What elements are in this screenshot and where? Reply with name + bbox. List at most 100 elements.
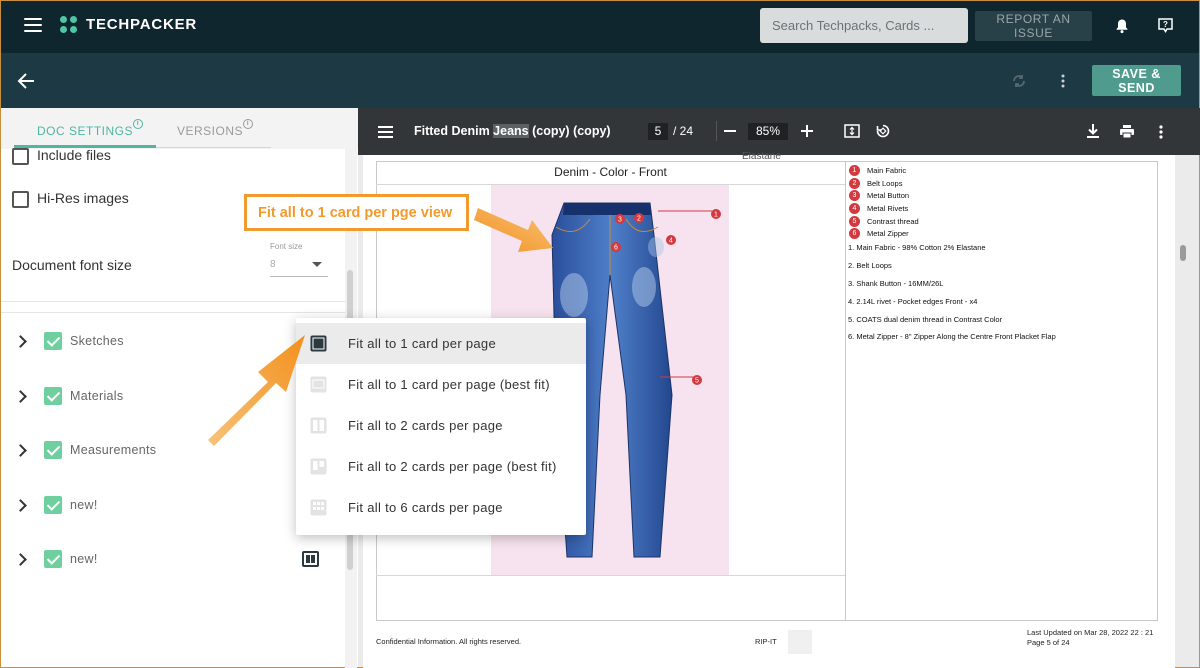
- font-size-caption: Font size: [270, 242, 303, 251]
- search-input[interactable]: [760, 8, 968, 43]
- detail-item: 6. Metal Zipper - 8" Zipper Along the Ce…: [848, 332, 1056, 342]
- callout-item: 4 Metal Rivets: [847, 202, 1147, 215]
- svg-text:5: 5: [695, 378, 699, 385]
- info-icon[interactable]: i: [243, 119, 253, 129]
- help-icon[interactable]: ?: [1157, 17, 1174, 34]
- svg-text:3: 3: [618, 217, 622, 224]
- section-checkbox[interactable]: [44, 332, 62, 350]
- detail-item: 1. Main Fabric - 98% Cotton 2% Elastane: [848, 243, 986, 252]
- brand-name[interactable]: TECHPACKER: [86, 16, 197, 33]
- section-checkbox[interactable]: [44, 387, 62, 405]
- menu-item-1-card[interactable]: Fit all to 1 card per page: [296, 323, 586, 364]
- hi-res-images-checkbox[interactable]: [12, 190, 29, 208]
- back-arrow-icon[interactable]: [14, 70, 40, 92]
- chevron-right-icon[interactable]: [14, 499, 27, 512]
- zoom-in-icon[interactable]: [801, 125, 813, 137]
- single-card-layout-icon: [310, 335, 327, 352]
- sketch-marker: 1: [711, 206, 721, 224]
- rotate-icon[interactable]: [875, 123, 891, 139]
- section-checkbox[interactable]: [44, 550, 62, 568]
- sketch-marker: 5: [692, 372, 702, 390]
- detail-list: 1. Main Fabric - 98% Cotton 2% Elastane …: [848, 243, 1148, 350]
- layout-menu: Fit all to 1 card per page Fit all to 1 …: [296, 318, 586, 535]
- detail-item: 4. 2.14L rivet - Pocket edges Front - x4: [848, 296, 978, 306]
- divider: [376, 575, 845, 576]
- sketch-marker: 2: [634, 210, 644, 228]
- section-checkbox[interactable]: [44, 441, 62, 459]
- menu-item-2-cards[interactable]: Fit all to 2 cards per page: [296, 405, 586, 446]
- section-row-new[interactable]: new!: [14, 550, 336, 574]
- include-files-option[interactable]: Include files: [12, 147, 111, 165]
- callout-legend: 1 Main Fabric 2 Belt Loops 3 Metal Button 4…: [847, 164, 1147, 240]
- footer-meta: Last Updated on Mar 28, 2022 22 : 21 Pag…: [1027, 628, 1154, 647]
- page-number-input[interactable]: 5: [648, 123, 668, 140]
- chevron-right-icon[interactable]: [14, 444, 27, 457]
- section-row-materials[interactable]: Materials: [14, 387, 336, 411]
- svg-text:1: 1: [714, 212, 718, 219]
- section-row-new[interactable]: new!: [14, 496, 336, 520]
- callout-item: 5 Contrast thread: [847, 215, 1147, 228]
- more-options-icon[interactable]: [1155, 124, 1167, 140]
- zoom-level-input[interactable]: 85%: [748, 123, 788, 140]
- download-icon[interactable]: [1086, 123, 1100, 139]
- tab-divider: [156, 147, 271, 148]
- hi-res-images-option[interactable]: Hi-Res images: [12, 190, 129, 208]
- svg-text:6: 6: [614, 245, 618, 252]
- footer-confidential: Confidential Information. All rights res…: [376, 637, 522, 646]
- detail-item: 2. Belt Loops: [848, 260, 892, 270]
- detail-item: 3. Shank Button - 16MM/26L: [848, 278, 944, 288]
- include-files-checkbox[interactable]: [12, 147, 29, 165]
- menu-icon[interactable]: [24, 17, 44, 33]
- sketch-marker: 3: [615, 211, 625, 229]
- single-card-best-fit-icon: [310, 376, 327, 393]
- page-layout-icon[interactable]: [302, 551, 319, 567]
- callout-item: 1 Main Fabric: [847, 164, 1147, 177]
- section-row-sketches[interactable]: Sketches: [14, 332, 336, 356]
- sketch-marker: 6: [611, 239, 621, 257]
- menu-icon[interactable]: [378, 125, 394, 139]
- divider: [1, 301, 345, 302]
- annotation-callout: Fit all to 1 card per pge view: [244, 194, 469, 231]
- two-cards-best-fit-icon: [310, 458, 327, 475]
- chevron-right-icon[interactable]: [14, 335, 27, 348]
- font-size-label: Document font size: [12, 257, 132, 273]
- section-row-measurements[interactable]: Measurements: [14, 441, 336, 465]
- footer-brand: RIP-IT: [755, 637, 777, 646]
- divider: [1, 312, 345, 313]
- fit-page-icon[interactable]: [844, 124, 860, 138]
- bell-icon[interactable]: [1114, 18, 1130, 34]
- font-size-select[interactable]: 8: [270, 253, 328, 277]
- svg-text:4: 4: [669, 238, 673, 245]
- chevron-right-icon[interactable]: [14, 390, 27, 403]
- card-title: Denim - Color - Front: [554, 165, 667, 179]
- techpacker-logo-icon: [60, 16, 78, 34]
- sketch-marker: 4: [666, 232, 676, 250]
- callout-item: 3 Metal Button: [847, 189, 1147, 202]
- chevron-right-icon[interactable]: [14, 553, 27, 566]
- save-send-button[interactable]: SAVE & SEND: [1092, 65, 1181, 96]
- page-total: / 24: [673, 124, 694, 138]
- sync-icon[interactable]: [1010, 72, 1028, 90]
- menu-item-6-cards[interactable]: Fit all to 6 cards per page: [296, 487, 586, 528]
- toolbar-separator: [716, 121, 717, 141]
- six-cards-layout-icon: [310, 499, 327, 516]
- report-issue-button[interactable]: REPORT AN ISSUE: [975, 11, 1092, 41]
- panel-tabs: DOC SETTINGS i VERSIONS i: [1, 108, 358, 149]
- print-icon[interactable]: [1119, 124, 1135, 139]
- menu-item-1-card-best-fit[interactable]: Fit all to 1 card per page (best fit): [296, 364, 586, 405]
- more-options-icon[interactable]: [1055, 72, 1071, 90]
- tab-doc-settings[interactable]: DOC SETTINGS i: [37, 119, 143, 138]
- viewer-scrollbar-thumb[interactable]: [1180, 245, 1186, 261]
- section-checkbox[interactable]: [44, 496, 62, 514]
- card-divider: [845, 161, 846, 621]
- menu-item-2-cards-best-fit[interactable]: Fit all to 2 cards per page (best fit): [296, 446, 586, 487]
- caret-down-icon: [312, 262, 322, 267]
- info-icon[interactable]: i: [133, 119, 143, 129]
- svg-text:?: ?: [1163, 20, 1168, 29]
- svg-text:2: 2: [637, 216, 641, 223]
- footer-logo-placeholder: [788, 630, 812, 654]
- two-cards-layout-icon: [310, 417, 327, 434]
- zoom-out-icon[interactable]: [724, 130, 736, 132]
- callout-item: 6 Metal Zipper: [847, 227, 1147, 240]
- tab-versions[interactable]: VERSIONS i: [177, 119, 253, 138]
